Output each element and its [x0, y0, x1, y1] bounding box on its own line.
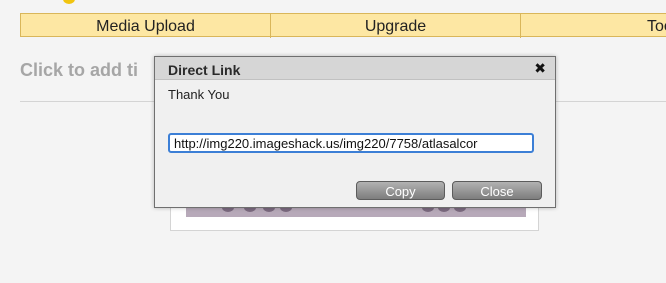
nav-item-media-upload[interactable]: Media Upload: [21, 14, 271, 38]
nav-item-tools[interactable]: Tools: [521, 14, 666, 38]
dialog-title: Direct Link: [168, 62, 241, 78]
direct-link-field[interactable]: [168, 133, 534, 153]
direct-link-dialog: Direct Link ✖ Thank You Copy Close: [154, 56, 556, 208]
nav-item-upgrade[interactable]: Upgrade: [271, 14, 521, 38]
dialog-message: Thank You: [168, 87, 230, 102]
logo-icon: [63, 0, 75, 4]
close-icon[interactable]: ✖: [534, 60, 546, 76]
top-navigation: Media Upload Upgrade Tools: [20, 13, 666, 38]
page-title[interactable]: Click to add ti: [20, 60, 138, 81]
dialog-header: Direct Link ✖: [155, 57, 555, 80]
close-button[interactable]: Close: [452, 181, 542, 200]
copy-button[interactable]: Copy: [356, 181, 445, 200]
